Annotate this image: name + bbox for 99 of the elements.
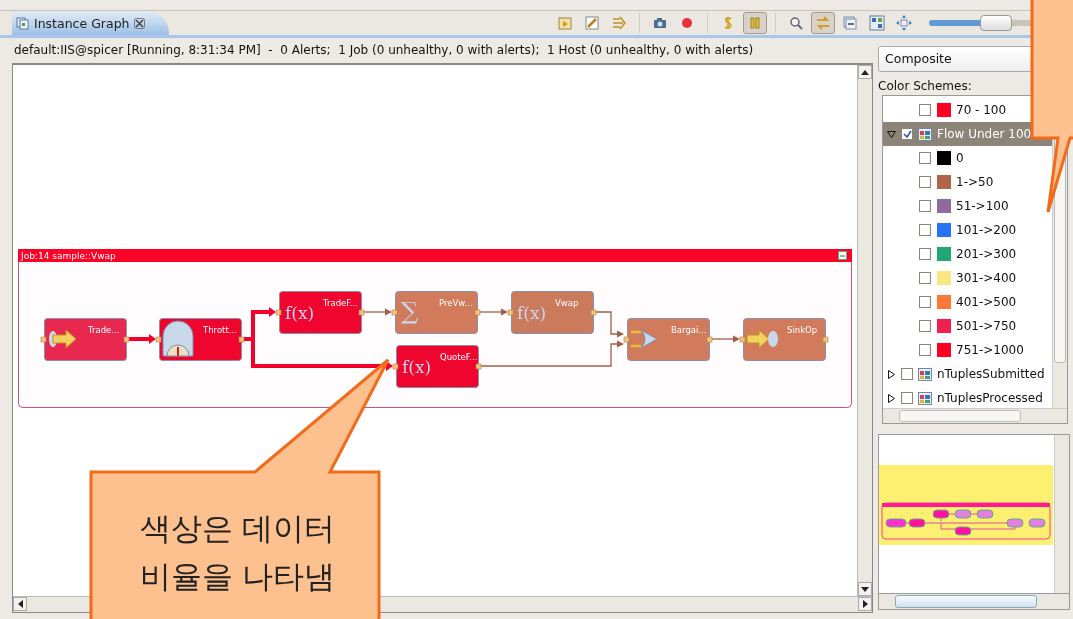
node-label: Thrott... <box>203 325 237 335</box>
port-marker <box>590 309 597 316</box>
gauge-icon <box>162 320 194 357</box>
section-label: Color Schemes: <box>878 78 973 95</box>
checkbox[interactable] <box>901 368 913 380</box>
vertical-scrollbar[interactable] <box>1054 435 1069 593</box>
close-icon[interactable] <box>134 17 146 29</box>
scroll-thumb[interactable] <box>895 595 1037 608</box>
port-marker <box>238 336 245 343</box>
node-label: PreVw... <box>439 298 473 308</box>
port-marker <box>474 309 481 316</box>
checkbox[interactable] <box>919 224 931 236</box>
symbol-text: f(x) <box>285 303 315 323</box>
scheme-item[interactable]: nTuplesSubmitted <box>883 362 1052 386</box>
down-arrow-icon <box>861 586 869 592</box>
expander-icon[interactable] <box>887 369 896 379</box>
checkbox[interactable] <box>901 128 913 140</box>
checkbox[interactable] <box>919 104 931 116</box>
port-marker <box>392 363 399 370</box>
symbol-text: ∑ <box>401 297 419 325</box>
scheme-icon <box>918 127 932 141</box>
pencil-icon <box>584 15 600 31</box>
scroll-right-button[interactable] <box>858 597 872 611</box>
scheme-item[interactable]: 751->1000 <box>883 338 1052 362</box>
scheme-item[interactable]: 501->750 <box>883 314 1052 338</box>
checkbox[interactable] <box>919 200 931 212</box>
checkbox[interactable] <box>919 272 931 284</box>
search-icon <box>788 15 804 31</box>
checkbox[interactable] <box>919 248 931 260</box>
checkbox[interactable] <box>919 152 931 164</box>
node-label: TradeF... <box>323 298 358 308</box>
scheme-item[interactable]: nTuplesProcessed <box>883 386 1052 408</box>
port-marker <box>275 309 282 316</box>
vertical-scrollbar[interactable] <box>857 65 872 596</box>
collapse-icon <box>842 15 858 31</box>
layout-icon <box>869 15 885 31</box>
job-title: Job:14 sample::Vwap <box>21 251 116 261</box>
port-marker <box>155 336 162 343</box>
scheme-item[interactable]: Flow Under 100 <box>883 122 1052 146</box>
node-label: QuoteF... <box>440 352 478 362</box>
scheme-icon <box>918 367 932 381</box>
right-arrow-icon <box>862 600 868 608</box>
fit-icon <box>896 15 912 31</box>
scheme-item[interactable]: 301->400 <box>883 266 1052 290</box>
scroll-down-button[interactable] <box>858 582 872 596</box>
port-marker <box>706 336 713 343</box>
status-text: default:IIS@spicer [Running, 8:31:34 PM] - 0 Alerts; 1 Job (0 unhealthy, 0 with alerts); 1 Host (0 unhealthy, 0 with alerts) <box>13 42 755 59</box>
scheme-item[interactable]: 0 <box>883 146 1052 170</box>
scroll-up-button[interactable] <box>858 65 872 79</box>
merge-icon <box>629 329 658 349</box>
scheme-item[interactable]: 70 - 100 <box>883 98 1052 122</box>
scroll-left-button[interactable] <box>13 597 27 611</box>
scheme-item[interactable]: 401->500 <box>883 290 1052 314</box>
horizontal-scrollbar[interactable] <box>883 408 1067 423</box>
expander-icon[interactable] <box>887 393 896 403</box>
checkbox[interactable] <box>919 344 931 356</box>
port-marker <box>475 363 482 370</box>
scroll-thumb[interactable] <box>899 410 1021 422</box>
scheme-item[interactable]: 201->300 <box>883 242 1052 266</box>
port-marker <box>123 336 130 343</box>
minimize-icon[interactable] <box>838 251 847 260</box>
graph-icon <box>16 16 29 30</box>
node-label: SinkOp <box>787 325 818 335</box>
symbol-text: f(x) <box>517 303 547 323</box>
slider-thumb[interactable] <box>980 15 1013 31</box>
arrow-icon <box>49 329 77 349</box>
record-icon <box>679 15 695 31</box>
port-marker <box>507 309 514 316</box>
node-label: Trade... <box>88 325 120 335</box>
symbol-text: f(x) <box>402 357 432 377</box>
folder-icon <box>557 15 573 31</box>
toolbar-button[interactable] <box>743 12 767 34</box>
camera-icon <box>652 15 668 31</box>
callout-text: 색상은 데이터 비율을 나타냄 <box>138 509 337 596</box>
up-arrow-icon <box>861 69 869 75</box>
arrow-icon <box>746 329 778 349</box>
checkbox[interactable] <box>919 296 931 308</box>
left-arrow-icon <box>17 600 23 608</box>
port-marker <box>391 309 398 316</box>
horizontal-scrollbar[interactable] <box>878 594 1070 610</box>
checkbox[interactable] <box>919 320 931 332</box>
port-marker <box>822 336 829 343</box>
scheme-icon <box>918 391 932 405</box>
pause-icon <box>747 15 763 31</box>
scheme-item[interactable]: 1->50 <box>883 170 1052 194</box>
port-marker <box>739 336 746 343</box>
node-label: Vwap <box>555 298 579 308</box>
swap-icon <box>815 15 831 31</box>
view-tab[interactable]: Instance Graph <box>12 11 170 35</box>
checkbox[interactable] <box>919 176 931 188</box>
scheme-item[interactable]: 101->200 <box>883 218 1052 242</box>
port-marker <box>623 336 630 343</box>
checkbox[interactable] <box>901 392 913 404</box>
port-marker <box>40 336 47 343</box>
scheme-item[interactable]: 51->100 <box>883 194 1052 218</box>
toolbar-button[interactable] <box>811 12 835 34</box>
port-marker <box>358 309 365 316</box>
arrows-icon <box>611 15 627 31</box>
node-label: Bargai... <box>671 325 707 335</box>
